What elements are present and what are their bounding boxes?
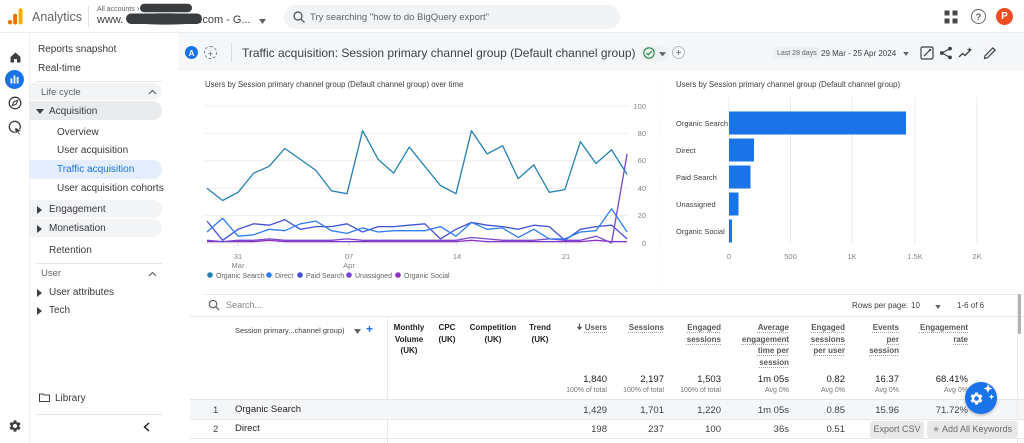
svg-text:40: 40 (638, 184, 646, 193)
svg-text:Mar: Mar (232, 261, 245, 270)
svg-text:500: 500 (784, 252, 797, 261)
svg-text:1K: 1K (847, 252, 856, 261)
svg-text:1.5K: 1.5K (907, 252, 922, 261)
svg-text:20: 20 (638, 211, 646, 220)
svg-text:Direct: Direct (676, 146, 697, 155)
svg-text:Paid Search: Paid Search (676, 173, 717, 182)
svg-text:Unassigned: Unassigned (355, 273, 392, 280)
svg-text:80: 80 (638, 129, 646, 138)
svg-text:60: 60 (638, 156, 646, 165)
svg-text:Organic Search: Organic Search (676, 119, 728, 128)
svg-text:Direct: Direct (275, 273, 293, 280)
svg-text:Users by Session primary chann: Users by Session primary channel group (… (205, 80, 463, 89)
svg-text:100: 100 (633, 102, 646, 111)
svg-text:0: 0 (727, 252, 731, 261)
svg-text:Unassigned: Unassigned (676, 200, 716, 209)
svg-text:31: 31 (234, 252, 242, 261)
svg-text:07: 07 (345, 252, 353, 261)
svg-text:Organic Social: Organic Social (676, 227, 725, 236)
svg-text:21: 21 (562, 252, 570, 261)
svg-text:0: 0 (642, 239, 646, 248)
svg-text:Organic Social: Organic Social (404, 273, 450, 280)
svg-text:2K: 2K (972, 252, 981, 261)
svg-text:Organic Search: Organic Search (216, 273, 265, 280)
svg-text:Users by Session primary chann: Users by Session primary channel group (… (676, 80, 900, 89)
svg-text:14: 14 (453, 252, 461, 261)
svg-text:Paid Search: Paid Search (306, 273, 344, 280)
svg-text:Apr: Apr (343, 261, 355, 270)
